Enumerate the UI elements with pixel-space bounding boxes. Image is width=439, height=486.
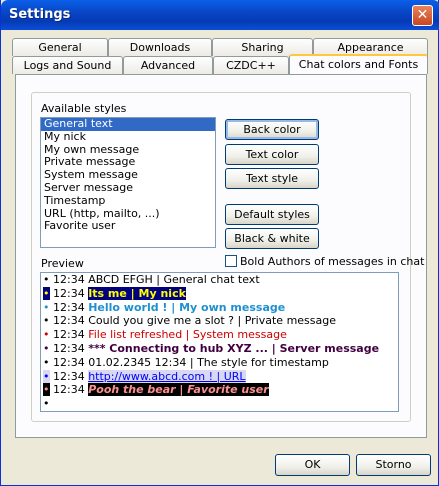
cancel-button[interactable]: Storno <box>356 454 431 476</box>
tab-label: Advanced <box>140 59 196 72</box>
timestamp: 12:34 <box>49 328 89 342</box>
tab-logs-and-sound[interactable]: Logs and Sound <box>12 56 123 74</box>
preview-text: 01.02.2345 12:34 | The style for timesta… <box>88 355 329 369</box>
preview-line: • 12:34 File list refreshed | System mes… <box>41 328 398 342</box>
close-button[interactable]: ✕ <box>412 5 433 26</box>
bullet-icon: • <box>43 397 50 411</box>
ok-button[interactable]: OK <box>275 454 350 476</box>
preview-text: Its me | My nick <box>88 286 186 300</box>
default-styles-button[interactable]: Default styles <box>225 204 319 225</box>
list-item[interactable]: Timestamp <box>41 194 215 208</box>
tab-advanced[interactable]: Advanced <box>123 56 213 74</box>
preview-line: • 12:34 Hello world ! | My own message <box>41 301 398 315</box>
preview-line: • 12:34 ABCD EFGH | General chat text <box>41 273 398 287</box>
available-styles-label: Available styles <box>41 102 127 115</box>
back-color-button[interactable]: Back color <box>225 119 319 140</box>
timestamp: 12:34 <box>49 314 89 328</box>
tab-chat-colors-and-fonts[interactable]: Chat colors and Fonts <box>289 54 428 74</box>
title-bar[interactable]: Settings ✕ <box>1 0 439 30</box>
preview-text: http://www.abcd.com ! | URL <box>88 369 246 383</box>
list-item[interactable]: General text <box>41 117 215 131</box>
tab-label: Chat colors and Fonts <box>298 58 419 71</box>
black-white-button[interactable]: Black & white <box>225 228 319 249</box>
preview-line: • 12:34 Could you give me a slot ? | Pri… <box>41 314 398 328</box>
bold-authors-label: Bold Authors of messages in chat <box>240 255 425 268</box>
timestamp: 12:34 <box>49 341 89 355</box>
tab-label: CZDC++ <box>226 59 276 72</box>
preview-line: • 12:34 01.02.2345 12:34 | The style for… <box>41 356 398 370</box>
preview-line: • 12:34 Pooh the bear | Favorite user <box>41 383 398 397</box>
preview-text: ABCD EFGH | General chat text <box>88 273 260 286</box>
tab-label: Appearance <box>337 41 404 54</box>
timestamp: 12:34 <box>49 300 89 314</box>
preview-text: Hello world ! | My own message <box>88 300 286 314</box>
preview-line: • 12:34 Its me | My nick <box>41 286 398 301</box>
text-style-button[interactable]: Text style <box>225 168 319 189</box>
preview-line: • 12:34 *** Connecting to hub XYZ ... | … <box>41 342 398 356</box>
preview-text: Could you give me a slot ? | Private mes… <box>88 314 337 328</box>
tab-label: Downloads <box>129 41 191 54</box>
settings-window: Settings ✕ General Downloads Sharing App… <box>0 0 439 486</box>
tab-label: Logs and Sound <box>23 59 112 72</box>
close-icon: ✕ <box>416 7 429 23</box>
preview-box: • 12:34 ABCD EFGH | General chat text • 1… <box>40 272 399 412</box>
list-item[interactable]: Server message <box>41 181 215 195</box>
tab-czdc[interactable]: CZDC++ <box>213 56 289 74</box>
preview-line: • <box>41 397 398 411</box>
styles-listbox[interactable]: General text My nick My own message Priv… <box>40 117 216 248</box>
timestamp: 12:34 <box>49 369 89 383</box>
tab-label: Sharing <box>241 41 284 54</box>
tab-label: General <box>38 41 82 54</box>
list-item[interactable]: My nick <box>41 130 215 144</box>
preview-label: Preview <box>41 257 84 270</box>
window-title: Settings <box>9 7 71 22</box>
timestamp: 12:34 <box>49 355 89 369</box>
timestamp: 12:34 <box>49 273 89 286</box>
tab-downloads[interactable]: Downloads <box>108 38 212 56</box>
list-item[interactable]: Favorite user <box>41 220 215 233</box>
preview-text: Pooh the bear | Favorite user <box>88 383 269 397</box>
tab-general[interactable]: General <box>12 38 108 56</box>
timestamp: 12:34 <box>49 286 89 300</box>
preview-line: • 12:34 http://www.abcd.com ! | URL <box>41 369 398 384</box>
timestamp: 12:34 <box>49 383 89 397</box>
bold-authors-checkbox[interactable] <box>225 255 237 267</box>
preview-text: File list refreshed | System message <box>88 328 287 342</box>
preview-text: *** Connecting to hub XYZ ... | Server m… <box>88 341 380 355</box>
text-color-button[interactable]: Text color <box>225 144 319 165</box>
